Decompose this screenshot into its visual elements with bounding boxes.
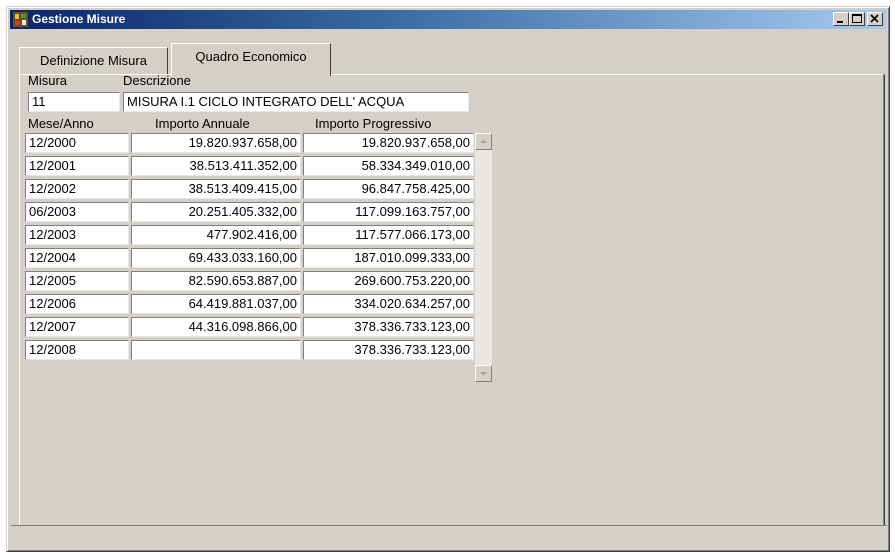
descrizione-label: Descrizione	[123, 73, 191, 88]
importo-progressivo-cell[interactable]: 19.820.937.658,00	[303, 133, 474, 153]
table-row: 12/2007 44.316.098.866,00 378.336.733.12…	[25, 317, 475, 340]
importo-annuale-cell[interactable]: 19.820.937.658,00	[131, 133, 301, 153]
table-row: 12/2002 38.513.409.415,00 96.847.758.425…	[25, 179, 475, 202]
importo-annuale-cell[interactable]: 69.433.033.160,00	[131, 248, 301, 268]
column-header-importo-progressivo: Importo Progressivo	[315, 116, 432, 131]
scroll-down-button[interactable]	[475, 365, 492, 382]
mese-anno-cell[interactable]: 12/2003	[25, 225, 129, 245]
importo-annuale-cell[interactable]: 20.251.405.332,00	[131, 202, 301, 222]
importo-progressivo-cell[interactable]: 117.577.066.173,00	[303, 225, 474, 245]
table-row: 12/2005 82.590.653.887,00 269.600.753.22…	[25, 271, 475, 294]
misura-field[interactable]: 11	[28, 92, 120, 112]
app-window: Gestione Misure Definizione Misura Quadr…	[6, 6, 890, 552]
importo-annuale-cell[interactable]: 82.590.653.887,00	[131, 271, 301, 291]
minimize-icon	[837, 21, 843, 23]
vertical-scrollbar[interactable]	[475, 133, 492, 382]
misura-label: Misura	[28, 73, 68, 88]
importo-progressivo-cell[interactable]: 378.336.733.123,00	[303, 340, 474, 360]
mese-anno-cell[interactable]: 12/2001	[25, 156, 129, 176]
arrow-up-icon	[480, 139, 487, 143]
scroll-up-button[interactable]	[475, 133, 492, 150]
window-title: Gestione Misure	[32, 12, 126, 26]
table-row: 12/2004 69.433.033.160,00 187.010.099.33…	[25, 248, 475, 271]
importo-progressivo-cell[interactable]: 378.336.733.123,00	[303, 317, 474, 337]
mese-anno-cell[interactable]: 12/2006	[25, 294, 129, 314]
maximize-icon	[852, 14, 862, 23]
mese-anno-cell[interactable]: 12/2000	[25, 133, 129, 153]
importo-progressivo-cell[interactable]: 96.847.758.425,00	[303, 179, 474, 199]
descrizione-field[interactable]: MISURA I.1 CICLO INTEGRATO DELL' ACQUA	[123, 92, 469, 112]
mese-anno-cell[interactable]: 12/2004	[25, 248, 129, 268]
table-row: 12/2008 378.336.733.123,00	[25, 340, 475, 363]
importo-progressivo-cell[interactable]: 334.020.634.257,00	[303, 294, 474, 314]
importo-annuale-cell[interactable]: 477.902.416,00	[131, 225, 301, 245]
table-row: 12/2006 64.419.881.037,00 334.020.634.25…	[25, 294, 475, 317]
column-header-importo-annuale: Importo Annuale	[155, 116, 250, 131]
tab-definizione-misura[interactable]: Definizione Misura	[19, 47, 168, 74]
importo-progressivo-cell[interactable]: 187.010.099.333,00	[303, 248, 474, 268]
importo-annuale-cell[interactable]: 38.513.409.415,00	[131, 179, 301, 199]
status-bar	[11, 525, 887, 543]
table-row: 06/2003 20.251.405.332,00 117.099.163.75…	[25, 202, 475, 225]
arrow-down-icon	[480, 372, 487, 376]
mese-anno-cell[interactable]: 12/2002	[25, 179, 129, 199]
table-row: 12/2003 477.902.416,00 117.577.066.173,0…	[25, 225, 475, 248]
importo-annuale-cell[interactable]	[131, 340, 301, 360]
column-header-mese-anno: Mese/Anno	[28, 116, 94, 131]
maximize-button[interactable]	[849, 12, 865, 26]
mese-anno-cell[interactable]: 06/2003	[25, 202, 129, 222]
importo-progressivo-cell[interactable]: 117.099.163.757,00	[303, 202, 474, 222]
importo-annuale-cell[interactable]: 44.316.098.866,00	[131, 317, 301, 337]
title-bar[interactable]: Gestione Misure	[10, 10, 886, 29]
importo-progressivo-cell[interactable]: 58.334.349.010,00	[303, 156, 474, 176]
importo-annuale-cell[interactable]: 64.419.881.037,00	[131, 294, 301, 314]
mese-anno-cell[interactable]: 12/2007	[25, 317, 129, 337]
importo-progressivo-cell[interactable]: 269.600.753.220,00	[303, 271, 474, 291]
table-row: 12/2001 38.513.411.352,00 58.334.349.010…	[25, 156, 475, 179]
mese-anno-cell[interactable]: 12/2008	[25, 340, 129, 360]
close-icon	[870, 14, 879, 23]
minimize-button[interactable]	[833, 12, 849, 26]
tab-quadro-economico[interactable]: Quadro Economico	[171, 43, 331, 76]
mese-anno-cell[interactable]: 12/2005	[25, 271, 129, 291]
app-icon	[13, 12, 28, 27]
close-button[interactable]	[867, 12, 883, 26]
table-row: 12/2000 19.820.937.658,00 19.820.937.658…	[25, 133, 475, 156]
importo-annuale-cell[interactable]: 38.513.411.352,00	[131, 156, 301, 176]
